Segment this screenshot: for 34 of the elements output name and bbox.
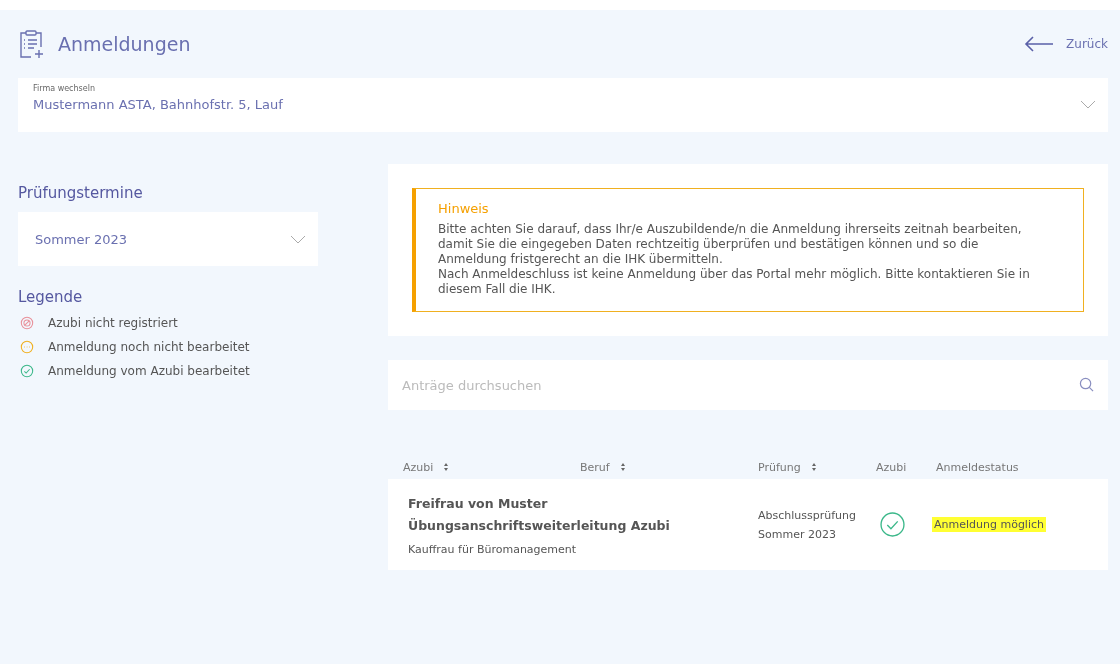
- page-title: Anmeldungen: [58, 33, 191, 55]
- legend-label: Azubi nicht registriert: [48, 316, 178, 330]
- clipboard-icon: [18, 29, 44, 59]
- notice-title: Hinweis: [438, 201, 490, 216]
- sort-header[interactable]: Prüfung: [758, 460, 801, 474]
- back-link[interactable]: Zurück: [1024, 36, 1108, 52]
- check-circle-icon: [20, 364, 34, 378]
- table-row[interactable]: Freifrau von Muster Übungsanschriftsweiterleitung Azubi Kauffrau für Büromanagement Abschlussprüfung Sommer 2023 Anmeldung möglich: [388, 479, 1108, 570]
- sort-header[interactable]: Azubi: [403, 460, 434, 474]
- sort-header[interactable]: Beruf: [580, 460, 610, 474]
- section-heading: Prüfungstermine: [18, 184, 144, 202]
- column-header: Anmeldestatus: [936, 460, 1019, 474]
- trainee-name: Freifrau von Muster: [408, 495, 549, 513]
- company-select[interactable]: Firma wechseln Mustermann ASTA, Bahnhofstr. 5, Lauf: [18, 78, 1108, 132]
- exam-label: Abschlussprüfung: [758, 507, 858, 524]
- notice-text: Bitte achten Sie darauf, dass Ihr/e Auszubildende/n die Anmeldung ihrerseits zeitnah bearbeiten, damit Sie die eingegeben Daten rechtzeitig überprüfen und bestätigen können und so die Anmeldung fristgerecht an die IHK übermitteln.: [438, 222, 1023, 267]
- sort-icon[interactable]: [443, 462, 450, 472]
- exam-date-select[interactable]: Sommer 2023: [18, 212, 318, 266]
- arrow-left-icon[interactable]: [1024, 36, 1055, 52]
- occupation: Kauffrau für Büromanagement: [408, 543, 578, 556]
- legend-label: Anmeldung vom Azubi bearbeitet: [48, 364, 250, 378]
- status-text: Anmeldung möglich: [932, 517, 1046, 532]
- column-header: Azubi: [876, 460, 907, 474]
- blocked-circle-icon: [20, 316, 34, 330]
- search-field[interactable]: Anträge durchsuchen: [388, 360, 1108, 410]
- legend-label: Anmeldung noch nicht bearbeitet: [48, 340, 250, 354]
- dots-circle-icon: [20, 340, 34, 354]
- legend-heading: Legende: [18, 288, 84, 306]
- notice-text: Nach Anmeldeschluss ist keine Anmeldung über das Portal mehr möglich. Bitte kontaktieren Sie in diesem Fall die IHK.: [438, 267, 1031, 297]
- trainee-name: Übungsanschriftsweiterleitung Azubi: [408, 517, 671, 535]
- search-icon[interactable]: [1079, 377, 1094, 392]
- sort-icon[interactable]: [810, 462, 817, 472]
- exam-label: Sommer 2023: [758, 526, 837, 543]
- sort-icon[interactable]: [619, 462, 626, 472]
